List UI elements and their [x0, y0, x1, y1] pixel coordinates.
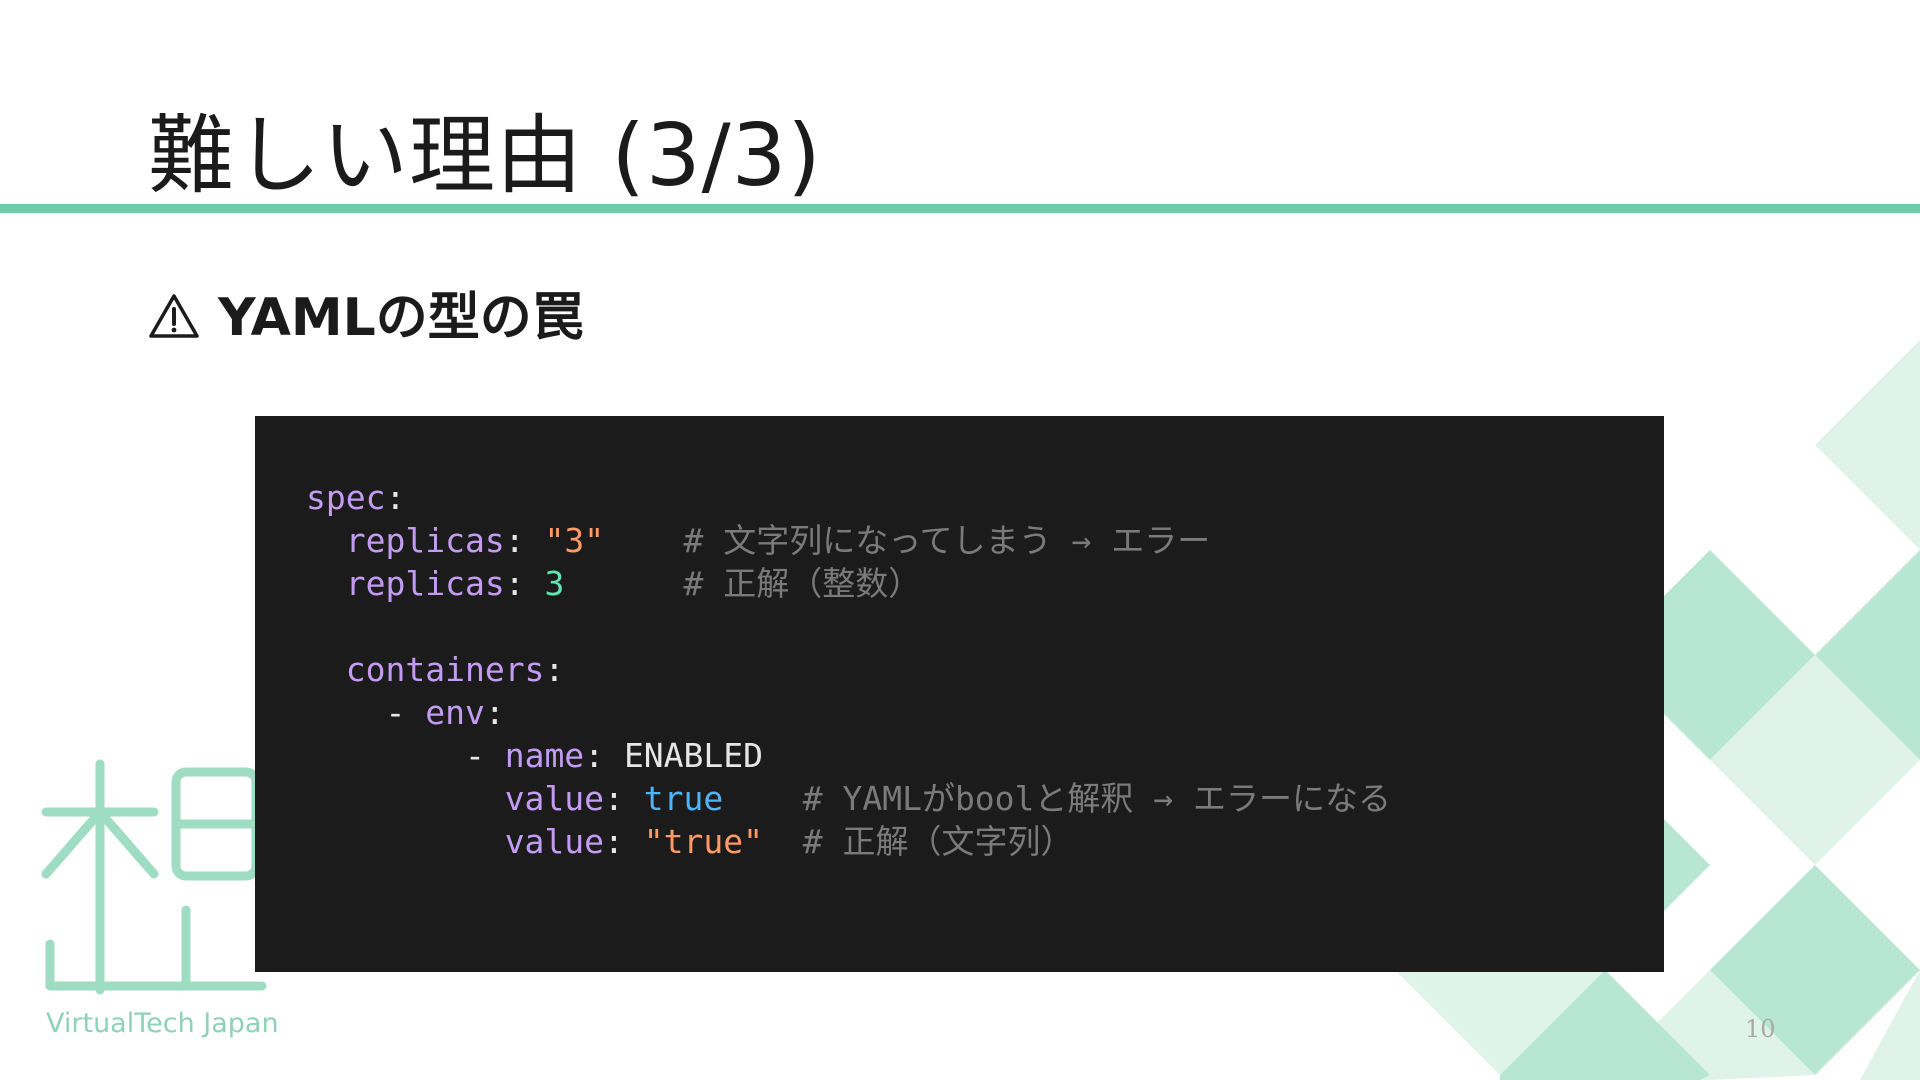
code-token: replicas: [345, 564, 505, 603]
code-line: replicas: 3 # 正解（整数）: [306, 562, 1391, 605]
code-block: spec: replicas: "3" # 文字列になってしまう → エラー r…: [255, 416, 1664, 972]
code-token: name: [504, 736, 585, 775]
code-token: :: [604, 779, 644, 818]
title-divider: [0, 204, 1920, 213]
code-token: :: [584, 736, 624, 775]
code-line: - name: ENABLED: [306, 734, 1391, 777]
code-token: spec: [306, 478, 386, 517]
code-line: value: "true" # 正解（文字列）: [306, 820, 1391, 863]
code-token: :: [504, 521, 545, 560]
code-token: value: [504, 779, 605, 818]
code-token: env: [425, 693, 485, 732]
code-token: -: [385, 693, 426, 732]
section-heading: YAMLの型の罠: [148, 282, 584, 354]
code-line: value: true # YAMLがboolと解釈 → エラーになる: [306, 777, 1391, 820]
code-line: spec:: [306, 476, 1391, 519]
section-heading-text: YAMLの型の罠: [218, 288, 584, 348]
code-token: :: [385, 478, 406, 517]
code-token: # YAMLがboolと解釈 → エラーになる: [723, 779, 1392, 818]
code-token: containers: [345, 650, 545, 689]
code-token: -: [464, 736, 505, 775]
code-token: ENABLED: [623, 736, 764, 775]
company-logo-text: VirtualTech Japan: [46, 1008, 279, 1039]
code-token: :: [504, 564, 545, 603]
code-line: - env:: [306, 691, 1391, 734]
slide-title: 難しい理由 (3/3): [148, 106, 822, 206]
code-token: :: [484, 693, 505, 732]
warning-icon: [149, 294, 199, 338]
code-token: # 文字列になってしまう → エラー: [604, 521, 1211, 560]
code-line: containers:: [306, 648, 1391, 691]
code-token: :: [544, 650, 565, 689]
code-token: "true": [643, 822, 763, 861]
code-line: replicas: "3" # 文字列になってしまう → エラー: [306, 519, 1391, 562]
code-token: # 正解（整数）: [564, 564, 922, 603]
code-token: "3": [544, 521, 605, 560]
code-token: value: [504, 822, 605, 861]
code-token: replicas: [345, 521, 505, 560]
page-number: 10: [1745, 1015, 1776, 1043]
code-token: # 正解（文字列）: [763, 822, 1074, 861]
code-token: true: [643, 779, 724, 818]
code-token: :: [604, 822, 644, 861]
code-token: 3: [544, 564, 565, 603]
code-lines: spec: replicas: "3" # 文字列になってしまう → エラー r…: [306, 476, 1391, 863]
